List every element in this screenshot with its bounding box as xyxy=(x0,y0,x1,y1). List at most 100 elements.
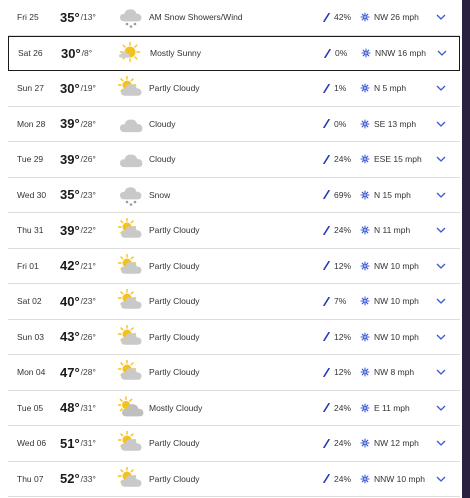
day-label: Fri 01 xyxy=(17,260,39,271)
wind-info: ESE 15 mph xyxy=(360,142,422,177)
partly-cloudy-icon xyxy=(118,355,144,390)
wind-info: NW 26 mph xyxy=(360,0,419,35)
temperatures: 30°/8° xyxy=(61,37,92,71)
raindrop-icon xyxy=(323,474,330,484)
wind-icon xyxy=(360,438,370,448)
low-temp: /31° xyxy=(80,438,96,449)
snow-icon xyxy=(118,178,144,213)
high-temp: 43° xyxy=(60,329,80,345)
wind-icon xyxy=(360,154,370,164)
forecast-row[interactable]: Sun 03 43°/26° Partly Cloudy 12% NW 10 m… xyxy=(8,320,460,355)
wind-icon xyxy=(360,225,370,235)
expand-chevron-icon[interactable] xyxy=(433,107,449,142)
high-temp: 39° xyxy=(60,116,80,132)
wind-icon xyxy=(360,12,370,22)
forecast-row[interactable]: Sat 02 40°/23° Partly Cloudy 7% NW 10 mp… xyxy=(8,284,460,320)
wind-icon xyxy=(360,296,370,306)
expand-chevron-icon[interactable] xyxy=(433,0,449,35)
temperatures: 39°/26° xyxy=(60,142,96,177)
temperatures: 39°/28° xyxy=(60,107,96,142)
day-label: Mon 04 xyxy=(17,367,46,378)
precip-chance: 24% xyxy=(323,142,351,177)
forecast-row[interactable]: Mon 04 47°/28° Partly Cloudy 12% NW 8 mp… xyxy=(8,355,460,391)
expand-chevron-icon[interactable] xyxy=(433,249,449,284)
forecast-row[interactable]: Tue 29 39°/26° Cloudy 24% ESE 15 mph xyxy=(8,142,460,178)
high-temp: 52° xyxy=(60,471,80,487)
wind-info: NW 10 mph xyxy=(360,284,419,319)
high-temp: 42° xyxy=(60,258,80,274)
wind-icon xyxy=(360,367,370,377)
expand-chevron-icon[interactable] xyxy=(434,37,450,71)
forecast-row[interactable]: Sat 26 30°/8° Mostly Sunny 0% NNW 16 mph xyxy=(8,35,460,71)
raindrop-icon xyxy=(323,190,330,200)
forecast-row[interactable]: Thu 07 52°/33° Partly Cloudy 24% NNW 10 … xyxy=(8,462,460,497)
low-temp: /33° xyxy=(80,473,96,484)
condition-label: Mostly Cloudy xyxy=(149,402,203,413)
day-label: Wed 30 xyxy=(17,189,47,200)
high-temp: 35° xyxy=(60,9,80,25)
expand-chevron-icon[interactable] xyxy=(433,426,449,461)
wind-info: N 11 mph xyxy=(360,213,410,248)
wind-icon xyxy=(360,261,370,271)
temperatures: 39°/22° xyxy=(60,213,96,248)
forecast-row[interactable]: Wed 06 51°/31° Partly Cloudy 24% NW 12 m… xyxy=(8,426,460,462)
day-label: Wed 06 xyxy=(17,438,47,449)
expand-chevron-icon[interactable] xyxy=(433,391,449,426)
forecast-row[interactable]: Sun 27 30°/19° Partly Cloudy 1% N 5 mph xyxy=(8,71,460,107)
low-temp: /21° xyxy=(80,260,96,271)
forecast-row[interactable]: Fri 01 42°/21° Partly Cloudy 12% NW 10 m… xyxy=(8,249,460,284)
expand-chevron-icon[interactable] xyxy=(433,355,449,390)
cloudy-icon xyxy=(118,107,144,142)
cloudy-icon xyxy=(118,142,144,177)
raindrop-icon xyxy=(324,48,331,58)
wind-info: NW 10 mph xyxy=(360,249,419,284)
high-temp: 30° xyxy=(61,45,81,61)
precip-chance: 42% xyxy=(323,0,351,35)
forecast-row[interactable]: Wed 30 35°/23° Snow 69% N 15 mph xyxy=(8,178,460,213)
wind-icon xyxy=(360,403,370,413)
high-temp: 39° xyxy=(60,151,80,167)
precip-chance: 24% xyxy=(323,462,351,497)
precip-chance: 7% xyxy=(323,284,346,319)
day-label: Thu 31 xyxy=(17,225,44,236)
forecast-row[interactable]: Mon 28 39°/28° Cloudy 0% SE 13 mph xyxy=(8,107,460,142)
low-temp: /26° xyxy=(80,331,96,342)
wind-icon xyxy=(360,119,370,129)
wind-info: E 11 mph xyxy=(360,391,410,426)
condition-label: Partly Cloudy xyxy=(149,260,200,271)
condition-label: Partly Cloudy xyxy=(149,367,200,378)
wind-info: NNW 16 mph xyxy=(361,37,426,71)
expand-chevron-icon[interactable] xyxy=(433,71,449,106)
high-temp: 30° xyxy=(60,80,80,96)
expand-chevron-icon[interactable] xyxy=(433,320,449,355)
temperatures: 43°/26° xyxy=(60,320,96,355)
raindrop-icon xyxy=(323,438,330,448)
window-edge xyxy=(462,0,470,498)
wind-icon xyxy=(360,474,370,484)
partly-cloudy-icon xyxy=(118,426,144,461)
temperatures: 48°/31° xyxy=(60,391,96,426)
precip-chance: 12% xyxy=(323,355,351,390)
expand-chevron-icon[interactable] xyxy=(433,178,449,213)
partly-cloudy-icon xyxy=(118,249,144,284)
expand-chevron-icon[interactable] xyxy=(433,284,449,319)
high-temp: 40° xyxy=(60,293,80,309)
day-label: Sat 02 xyxy=(17,296,42,307)
daily-forecast-panel: Fri 25 35°/13° AM Snow Showers/Wind 42% … xyxy=(0,0,462,498)
day-label: Tue 05 xyxy=(17,402,44,413)
expand-chevron-icon[interactable] xyxy=(433,142,449,177)
high-temp: 51° xyxy=(60,435,80,451)
raindrop-icon xyxy=(323,261,330,271)
day-label: Sun 03 xyxy=(17,331,44,342)
forecast-row[interactable]: Fri 25 35°/13° AM Snow Showers/Wind 42% … xyxy=(8,0,460,36)
forecast-row[interactable]: Tue 05 48°/31° Mostly Cloudy 24% E 11 mp… xyxy=(8,391,460,426)
expand-chevron-icon[interactable] xyxy=(433,213,449,248)
snow-showers-wind-icon xyxy=(118,0,144,35)
forecast-row[interactable]: Thu 31 39°/22° Partly Cloudy 24% N 11 mp… xyxy=(8,213,460,249)
partly-cloudy-icon xyxy=(118,462,144,497)
day-label: Sat 26 xyxy=(18,48,43,59)
wind-info: NNW 10 mph xyxy=(360,462,425,497)
raindrop-icon xyxy=(323,225,330,235)
expand-chevron-icon[interactable] xyxy=(433,462,449,497)
temperatures: 35°/23° xyxy=(60,178,96,213)
